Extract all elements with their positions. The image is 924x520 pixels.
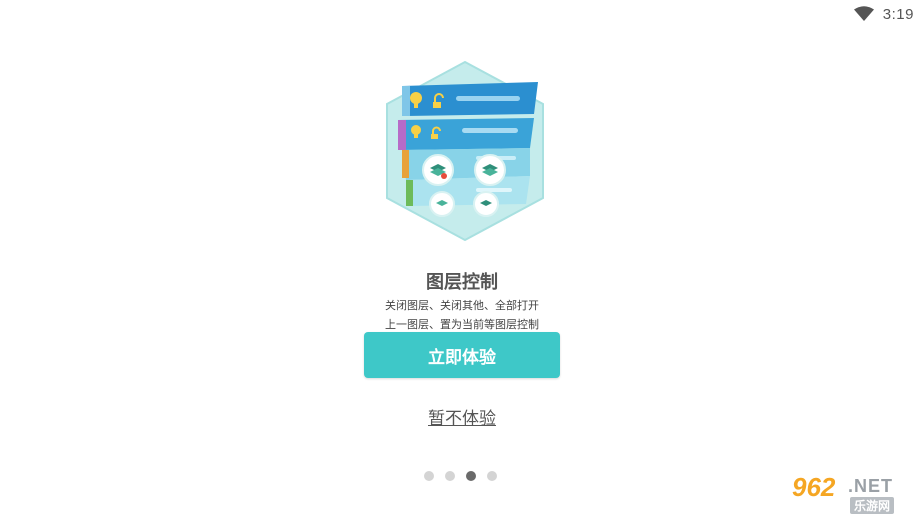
wifi-icon	[853, 6, 874, 21]
clock: 3:19	[882, 5, 914, 23]
watermark-logo: 962 .NET 乐游网	[788, 472, 918, 516]
page-dot-3[interactable]	[466, 471, 476, 481]
page-indicator	[424, 471, 497, 481]
skip-button[interactable]: 暂不体验	[428, 409, 496, 429]
try-now-button[interactable]: 立即体验	[364, 332, 560, 378]
onboarding-screen: 3:19 图层控制 关闭图层、关闭其他、全部打开 上一图层、置为当前等图层控制 …	[0, 0, 924, 520]
watermark-chinese: 乐游网	[850, 497, 895, 514]
page-dot-1[interactable]	[424, 471, 434, 481]
feature-description-line2: 上一图层、置为当前等图层控制	[385, 318, 539, 331]
skip-link-container: 暂不体验	[0, 404, 924, 429]
page-dot-2[interactable]	[445, 471, 455, 481]
layer-control-illustration	[386, 60, 544, 242]
status-bar: 3:19	[853, 4, 914, 24]
watermark-number: 962	[792, 472, 836, 502]
watermark-suffix: .NET	[848, 476, 894, 496]
feature-title: 图层控制	[426, 272, 498, 293]
feature-description-line1: 关闭图层、关闭其他、全部打开	[385, 299, 539, 312]
page-dot-4[interactable]	[487, 471, 497, 481]
